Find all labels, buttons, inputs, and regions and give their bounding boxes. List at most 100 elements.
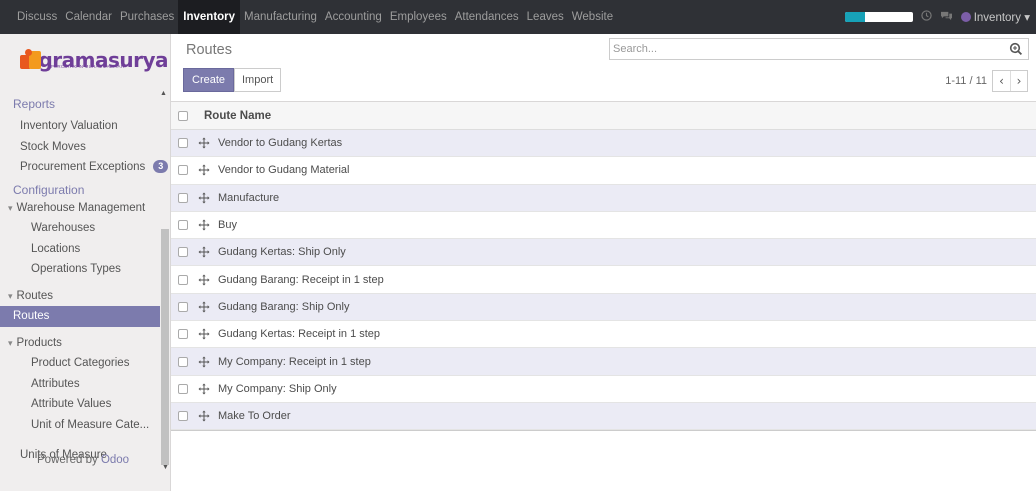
sidebar-item-stock-moves[interactable]: Stock Moves: [0, 137, 160, 158]
drag-handle-icon[interactable]: [198, 383, 210, 395]
sidebar-item-procurement-exceptions[interactable]: Procurement Exceptions 3: [0, 157, 169, 178]
breadcrumb: Routes: [186, 42, 232, 58]
drag-handle-icon[interactable]: [198, 219, 210, 231]
import-button[interactable]: Import: [234, 68, 282, 92]
drag-handle-icon[interactable]: [198, 274, 210, 286]
user-menu-label: Inventory: [973, 12, 1022, 24]
company-logo[interactable]: gramasurya: [20, 44, 168, 76]
table-row[interactable]: Gudang Kertas: Ship Only: [171, 239, 1036, 267]
row-checkbox[interactable]: [178, 301, 188, 312]
sidebar-item-routes[interactable]: Routes: [0, 306, 160, 327]
row-checkbox[interactable]: [178, 220, 188, 231]
chat-icon[interactable]: [940, 10, 953, 24]
table-row[interactable]: Gudang Barang: Receipt in 1 step: [171, 266, 1036, 294]
main-navbar: Discuss Calendar Purchases Inventory Man…: [0, 0, 1036, 34]
route-name-cell: Manufacture: [218, 191, 280, 204]
progress-fill: [844, 12, 866, 22]
table-body: Vendor to Gudang Kertas Vendor to Gudang …: [171, 130, 1036, 431]
column-header-route-name[interactable]: Route Name: [204, 110, 271, 122]
collapse-caret-icon: ▾: [8, 202, 13, 213]
drag-handle-icon[interactable]: [198, 164, 210, 176]
table-row[interactable]: My Company: Receipt in 1 step: [171, 348, 1036, 376]
sidebar-item-attribute-values[interactable]: Attribute Values: [0, 394, 160, 415]
menu-accounting[interactable]: Accounting: [321, 0, 386, 34]
row-checkbox[interactable]: [178, 247, 188, 258]
scroll-up-arrow-icon[interactable]: ▲: [160, 90, 167, 97]
table-row[interactable]: Vendor to Gudang Material: [171, 157, 1036, 185]
route-name-cell: My Company: Ship Only: [218, 382, 337, 395]
sidebar-scrollbar[interactable]: [161, 229, 169, 465]
drag-handle-icon[interactable]: [198, 137, 210, 149]
row-checkbox[interactable]: [178, 356, 188, 367]
menu-employees[interactable]: Employees: [386, 0, 451, 34]
app-menu: Discuss Calendar Purchases Inventory Man…: [0, 0, 617, 34]
sidebar-group-routes[interactable]: ▾ Routes: [0, 286, 160, 307]
menu-leaves[interactable]: Leaves: [523, 0, 568, 34]
table-row[interactable]: Gudang Kertas: Receipt in 1 step: [171, 321, 1036, 349]
sidebar-group-label: Warehouse Management: [16, 201, 146, 214]
row-checkbox[interactable]: [178, 411, 188, 422]
sidebar-item-operations-types[interactable]: Operations Types: [0, 259, 160, 280]
route-name-cell: Gudang Barang: Receipt in 1 step: [218, 273, 384, 286]
pager-value[interactable]: 1-11 / 11: [945, 75, 987, 87]
user-menu[interactable]: Inventory ▾: [960, 10, 1030, 24]
route-name-cell: Buy: [218, 219, 237, 232]
sidebar-menu: Reports Inventory Valuation Stock Moves …: [0, 96, 169, 466]
sidebar-section-configuration: Configuration: [13, 182, 85, 197]
row-checkbox[interactable]: [178, 383, 188, 394]
drag-handle-icon[interactable]: [198, 328, 210, 340]
route-name-cell: Gudang Barang: Ship Only: [218, 300, 350, 313]
sidebar-item-warehouses[interactable]: Warehouses: [0, 218, 160, 239]
menu-manufacturing[interactable]: Manufacturing: [240, 0, 321, 34]
sidebar-item-product-categories[interactable]: Product Categories: [0, 353, 160, 374]
drag-handle-icon[interactable]: [198, 410, 210, 422]
odoo-link[interactable]: Odoo: [101, 454, 129, 466]
logo-mark-icon: [20, 49, 41, 71]
table-row[interactable]: Make To Order: [171, 402, 1036, 431]
table-row[interactable]: Manufacture: [171, 184, 1036, 212]
sidebar-item-attributes[interactable]: Attributes: [0, 374, 160, 395]
drag-handle-icon[interactable]: [198, 301, 210, 313]
sidebar-item-uom-categories[interactable]: Unit of Measure Cate...: [0, 415, 160, 436]
progress-indicator[interactable]: [844, 12, 913, 22]
search-icon[interactable]: [1009, 42, 1023, 56]
sidebar-group-warehouse-management[interactable]: ▾ Warehouse Management: [0, 198, 160, 219]
create-button[interactable]: Create: [183, 68, 235, 92]
clock-icon[interactable]: [921, 10, 932, 24]
routes-list: Route Name Vendor to Gudang Kertas Vendor…: [171, 102, 1036, 432]
sidebar-group-products[interactable]: ▾ Products: [0, 333, 160, 354]
collapse-caret-icon: ▾: [8, 290, 13, 301]
pager-previous-button[interactable]: ‹: [993, 71, 1010, 91]
avatar: [960, 12, 971, 22]
drag-handle-icon[interactable]: [198, 246, 210, 258]
menu-attendances[interactable]: Attendances: [451, 0, 523, 34]
row-checkbox[interactable]: [178, 274, 188, 285]
row-checkbox[interactable]: [178, 329, 188, 340]
drag-handle-icon[interactable]: [198, 356, 210, 368]
menu-calendar[interactable]: Calendar: [61, 0, 116, 34]
row-checkbox[interactable]: [178, 138, 188, 149]
menu-purchases[interactable]: Purchases: [116, 0, 178, 34]
sidebar-group-label: Products: [16, 336, 62, 349]
menu-discuss[interactable]: Discuss: [13, 0, 61, 34]
sidebar-item-locations[interactable]: Locations: [0, 239, 160, 260]
menu-website[interactable]: Website: [568, 0, 617, 34]
select-all-checkbox[interactable]: [178, 110, 188, 121]
pager-next-button[interactable]: ›: [1010, 71, 1027, 91]
route-name-cell: Make To Order: [218, 410, 291, 423]
table-row[interactable]: Buy: [171, 211, 1036, 240]
search-input[interactable]: [613, 41, 993, 57]
drag-handle-icon[interactable]: [198, 192, 210, 204]
sidebar-item-inventory-valuation[interactable]: Inventory Valuation: [0, 116, 160, 137]
table-row[interactable]: My Company: Ship Only: [171, 375, 1036, 403]
table-row[interactable]: Gudang Barang: Ship Only: [171, 293, 1036, 322]
table-row[interactable]: Vendor to Gudang Kertas: [171, 130, 1036, 158]
pager-buttons: ‹ ›: [992, 70, 1028, 92]
row-checkbox[interactable]: [178, 165, 188, 176]
sidebar: gramasurya PERCETAKAN MUHAMMADIYAH ▲ Rep…: [0, 34, 171, 491]
table-footer-divider: [171, 430, 1036, 432]
route-name-cell: Vendor to Gudang Material: [218, 164, 350, 177]
scroll-down-arrow-icon[interactable]: ▼: [162, 464, 169, 471]
row-checkbox[interactable]: [178, 192, 188, 203]
menu-inventory[interactable]: Inventory: [178, 0, 241, 34]
